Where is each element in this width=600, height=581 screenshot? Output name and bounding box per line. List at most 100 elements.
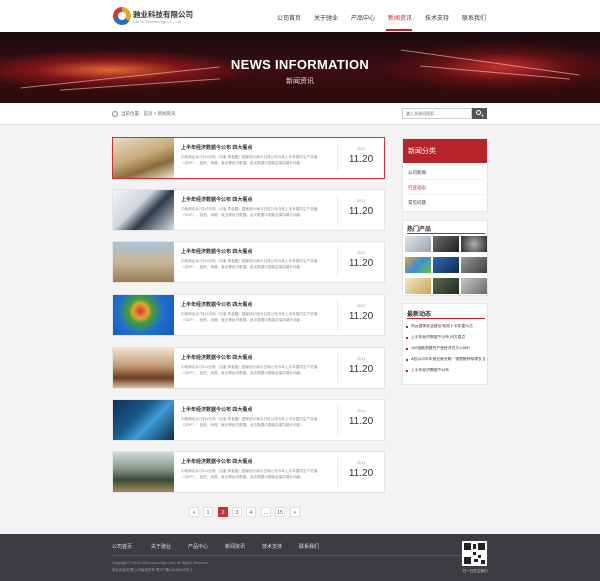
breadcrumb[interactable]: 当前位置：首页 > 新闻资讯 [121,111,176,117]
footer-link-products[interactable]: 产品中心 [188,543,208,550]
nav-contact[interactable]: 联系我们 [462,13,486,22]
news-date: 11.20 [348,258,374,269]
logo-icon[interactable] [113,7,131,25]
news-thumbnail[interactable] [113,452,174,492]
news-summary: 中新网北京7月15日电（记者 李金磊）国家统计局今日将公布今年上半年国内生产总值… [181,469,318,479]
news-title[interactable]: 上半年经济数据今公布 四大看点 [181,248,252,255]
news-thumbnail[interactable] [113,348,174,388]
product-thumbnail[interactable] [405,278,431,294]
news-title[interactable]: 上半年经济数据今公布 四大看点 [181,354,252,361]
product-thumbnail[interactable] [461,236,487,252]
nav-support[interactable]: 技术支持 [425,13,449,22]
nav-about[interactable]: 关于驰业 [314,13,338,22]
news-item[interactable]: 上半年经济数据今公布 四大看点 中新网北京7月15日电（记者 李金磊）国家统计局… [112,294,385,336]
search-input[interactable] [402,108,472,119]
news-date: 11.20 [348,468,374,479]
news-item[interactable]: 上半年经济数据今公布 四大看点 中新网北京7月15日电（记者 李金磊）国家统计局… [112,241,385,283]
news-title[interactable]: 上半年经济数据今公布 四大看点 [181,144,252,151]
news-thumbnail[interactable] [113,190,174,230]
qr-code-icon [462,541,487,566]
hot-products-title: 热门产品 [407,227,432,233]
news-year: 2011 [356,198,366,203]
news-summary: 中新网北京7月15日电（记者 李金磊）国家统计局今日将公布今年上半年国内生产总值… [181,207,318,217]
product-thumbnail[interactable] [433,278,459,294]
news-item[interactable]: 上半年经济数据今公布 四大看点 中新网北京7月15日电（记者 李金磊）国家统计局… [112,347,385,389]
icp-text: 驰业科技有限公司版权所有 蜀ICP备12345678号-1 [112,568,193,572]
recent-news-link[interactable]: 上半年经济数据今公布 四大看点 [411,335,485,340]
news-year: 2011 [356,356,366,361]
copyright-text: Copyright © 2015-2024 www.chiye.com, All… [112,561,209,565]
footer-link-about[interactable]: 关于驰业 [151,543,171,550]
news-year: 2011 [356,303,366,308]
recent-news-panel: 最新动态 尚云整体家居建设 助成下半年重乐活 上半年经济数据今公布 四大看点 1… [402,303,488,385]
category-faq[interactable]: 常见问题 [408,200,426,206]
news-date: 11.20 [348,364,374,375]
product-thumbnail[interactable] [433,236,459,252]
page-prev-button[interactable]: « [189,507,199,517]
footer-link-home[interactable]: 公司首页 [112,543,132,550]
product-thumbnail[interactable] [433,257,459,273]
news-summary: 中新网北京7月15日电（记者 李金磊）国家统计局今日将公布今年上半年国内生产总值… [181,312,318,322]
page-button[interactable]: 4 [246,507,256,517]
recent-news-link[interactable]: 100强能源整合户营经济西方入场行 [411,346,485,351]
news-date: 11.20 [348,311,374,322]
news-thumbnail[interactable] [113,295,174,335]
hot-products-panel: 热门产品 [402,220,488,296]
news-summary: 中新网北京7月15日电（记者 李金磊）国家统计局今日将公布今年上半年国内生产总值… [181,259,318,269]
nav-active-indicator [386,29,412,31]
page-banner: NEWS INFORMATION 新闻资讯 [0,32,600,103]
recent-news-title: 最新动态 [407,312,432,318]
news-item[interactable]: 上半年经济数据今公布 四大看点 中新网北京7月15日电（记者 李金磊）国家统计局… [112,399,385,441]
product-thumbnail[interactable] [461,257,487,273]
site-header: 驰业科技有限公司 Chi Ye Technology Co., Ltd. 公司首… [0,0,600,32]
nav-home[interactable]: 公司首页 [277,13,301,22]
banner-subtitle: 新闻资讯 [286,78,314,85]
news-title[interactable]: 上半年经济数据今公布 四大看点 [181,196,252,203]
category-industry-news[interactable]: 行业动态 [408,185,426,191]
qr-label: 扫一扫关注我们 [462,569,488,573]
footer-link-support[interactable]: 技术支持 [262,543,282,550]
page-button[interactable]: 3 [232,507,242,517]
news-summary: 中新网北京7月15日电（记者 李金磊）国家统计局今日将公布今年上半年国内生产总值… [181,365,318,375]
search-button[interactable] [472,108,487,119]
news-thumbnail[interactable] [113,242,174,282]
home-icon [112,111,118,117]
news-year: 2011 [356,460,366,465]
news-summary: 中新网北京7月15日电（记者 李金磊）国家统计局今日将公布今年上半年国内生产总值… [181,417,318,427]
site-footer: 公司首页 关于驰业 产品中心 新闻资讯 技术支持 联系我们 Copyright … [0,534,600,581]
news-date: 11.20 [348,416,374,427]
page-button-current[interactable]: 2 [218,507,228,517]
news-item[interactable]: 上半年经济数据今公布 四大看点 中新网北京7月15日电（记者 李金磊）国家统计局… [112,451,385,493]
banner-title: NEWS INFORMATION [230,57,370,72]
category-title: 新闻分类 [403,139,487,163]
page-next-button[interactable]: » [290,507,300,517]
news-date: 11.20 [348,206,374,217]
page-button[interactable]: 1 [203,507,213,517]
product-thumbnail[interactable] [461,278,487,294]
breadcrumb-bar: 当前位置：首页 > 新闻资讯 [0,103,600,125]
product-thumbnail[interactable] [405,257,431,273]
news-title[interactable]: 上半年经济数据今公布 四大看点 [181,406,252,413]
page-button[interactable]: 15 [275,507,285,517]
recent-news-link[interactable]: A股公司半年报业绩亮眼：销售额持续增长 超 [411,357,485,362]
news-category-panel: 新闻分类 公司新闻 行业动态 常见问题 [402,138,488,212]
footer-link-contact[interactable]: 联系我们 [299,543,319,550]
recent-news-link[interactable]: 上半年经济数据今公布 [411,368,485,373]
news-year: 2011 [356,146,366,151]
nav-news[interactable]: 新闻资讯 [388,13,412,22]
news-item[interactable]: 上半年经济数据今公布 四大看点 中新网北京7月15日电（记者 李金磊）国家统计局… [112,137,385,179]
category-company-news[interactable]: 公司新闻 [408,170,426,176]
nav-products[interactable]: 产品中心 [351,13,375,22]
recent-news-link[interactable]: 尚云整体家居建设 助成下半年重乐活 [411,324,485,329]
news-summary: 中新网北京7月15日电（记者 李金磊）国家统计局今日将公布今年上半年国内生产总值… [181,155,318,165]
news-year: 2011 [356,408,366,413]
news-item[interactable]: 上半年经济数据今公布 四大看点 中新网北京7月15日电（记者 李金磊）国家统计局… [112,189,385,231]
page-ellipsis: ... [261,507,271,517]
product-thumbnail[interactable] [405,236,431,252]
news-thumbnail[interactable] [113,400,174,440]
footer-link-news[interactable]: 新闻资讯 [225,543,245,550]
news-thumbnail[interactable] [113,138,174,178]
news-title[interactable]: 上半年经济数据今公布 四大看点 [181,301,252,308]
news-date: 11.20 [348,154,374,165]
news-title[interactable]: 上半年经济数据今公布 四大看点 [181,458,252,465]
